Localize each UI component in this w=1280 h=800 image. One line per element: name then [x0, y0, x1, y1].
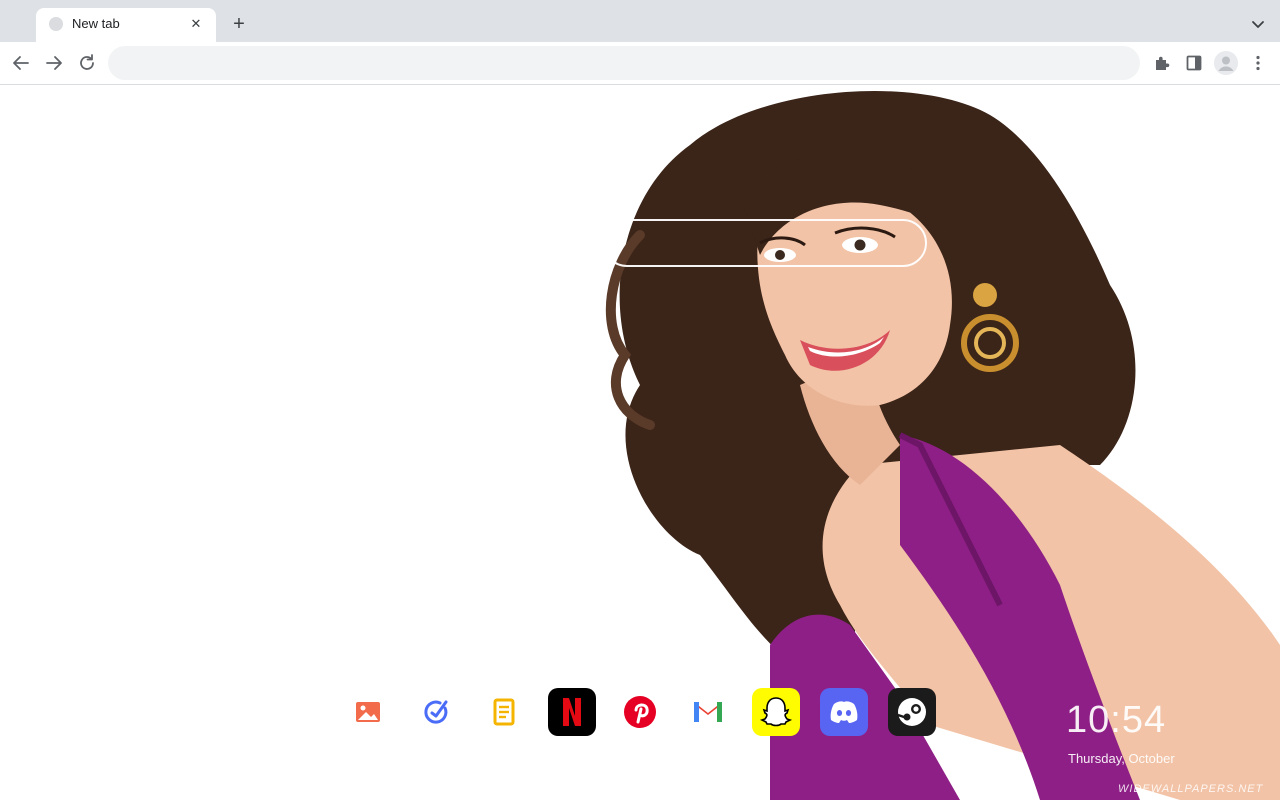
new-tab-page: 10:54 Thursday, October WIDEWALLPAPERS.N…	[0, 85, 1280, 800]
shortcut-notes[interactable]	[480, 688, 528, 736]
shortcut-netflix[interactable]	[548, 688, 596, 736]
wallpaper-watermark: WIDEWALLPAPERS.NET	[1118, 783, 1264, 795]
clock: 10:54	[1066, 699, 1167, 741]
address-bar-input[interactable]	[108, 46, 1140, 80]
tab-close-button[interactable]: ✕	[186, 14, 206, 34]
kebab-menu-icon	[1256, 55, 1260, 71]
pinterest-icon	[624, 696, 656, 728]
arrow-left-icon	[13, 56, 29, 70]
shortcut-tasks[interactable]	[412, 688, 460, 736]
tab-title: New tab	[72, 16, 120, 31]
gmail-icon	[694, 702, 722, 722]
tab-strip: New tab ✕ +	[0, 0, 1280, 42]
avatar-icon	[1214, 51, 1238, 75]
snapchat-icon	[759, 697, 793, 727]
netflix-icon	[563, 698, 581, 726]
forward-button[interactable]	[42, 51, 66, 75]
tab-search-button[interactable]	[1248, 14, 1268, 34]
shortcut-discord[interactable]	[820, 688, 868, 736]
extensions-button[interactable]	[1150, 51, 1174, 75]
arrow-right-icon	[46, 56, 62, 70]
shortcut-photos[interactable]	[344, 688, 392, 736]
tab-favicon-icon	[49, 17, 63, 31]
notes-icon	[493, 698, 515, 726]
search-input[interactable]	[603, 219, 927, 267]
check-circle-icon	[424, 700, 448, 724]
puzzle-icon	[1156, 56, 1170, 70]
side-panel-button[interactable]	[1182, 51, 1206, 75]
shortcut-pinterest[interactable]	[616, 688, 664, 736]
date-text: Thursday, October	[1068, 751, 1175, 766]
discord-icon	[830, 701, 858, 723]
shortcut-snapchat[interactable]	[752, 688, 800, 736]
tab-new-tab[interactable]: New tab ✕	[36, 8, 216, 42]
image-icon	[356, 702, 380, 722]
toolbar	[0, 42, 1280, 85]
reload-button[interactable]	[75, 51, 99, 75]
shortcut-gmail[interactable]	[684, 688, 732, 736]
side-panel-icon	[1186, 55, 1202, 71]
chevron-down-icon	[1252, 21, 1264, 28]
back-button[interactable]	[9, 51, 33, 75]
shortcut-steam[interactable]	[888, 688, 936, 736]
steam-icon	[897, 698, 926, 726]
profile-button[interactable]	[1214, 51, 1238, 75]
reload-icon	[80, 54, 94, 70]
new-tab-button[interactable]: +	[228, 13, 250, 35]
browser-menu-button[interactable]	[1246, 51, 1270, 75]
